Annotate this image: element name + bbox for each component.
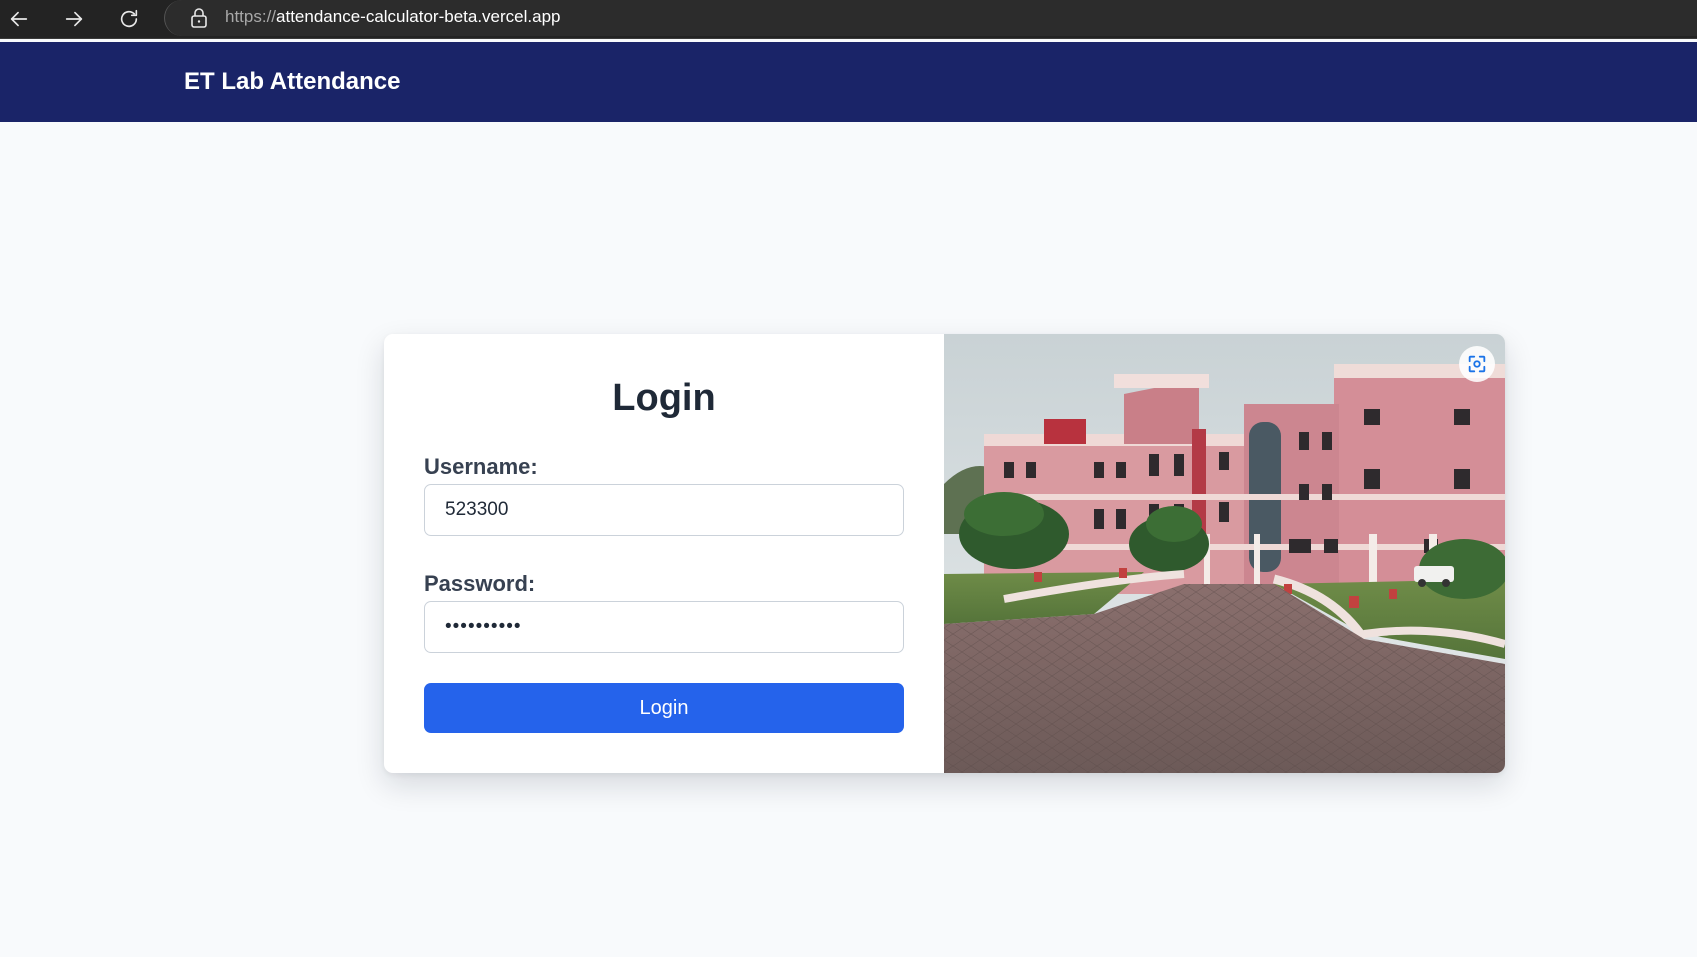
app-title: ET Lab Attendance [184,68,401,95]
lock-icon[interactable] [189,7,209,29]
back-arrow-icon [10,11,28,27]
reload-icon [120,9,138,28]
login-heading: Login [612,377,716,419]
password-label: Password: [424,571,536,596]
password-input[interactable] [424,601,904,653]
visual-search-icon [1468,355,1486,373]
campus-building-image [944,334,1505,773]
visual-search-button[interactable] [1459,346,1495,382]
url-text[interactable]: https://attendance-calculator-beta.verce… [225,7,560,27]
back-button[interactable] [3,3,35,35]
reload-button[interactable] [113,3,145,35]
app-header: ET Lab Attendance [0,42,1697,122]
address-bar[interactable]: https://attendance-calculator-beta.verce… [164,0,1697,36]
username-label: Username: [424,454,538,479]
url-scheme: https:// [225,7,277,26]
browser-toolbar: https://attendance-calculator-beta.verce… [0,0,1697,39]
username-input[interactable] [424,484,904,536]
login-form: Login Username: Password: Login [384,334,944,773]
login-button[interactable]: Login [424,683,904,733]
forward-arrow-icon [65,11,83,27]
url-host: attendance-calculator-beta.vercel.app [276,7,561,26]
forward-button[interactable] [58,3,90,35]
building-photo-illustration [944,334,1505,773]
login-card: Login Username: Password: Login [384,334,1505,773]
